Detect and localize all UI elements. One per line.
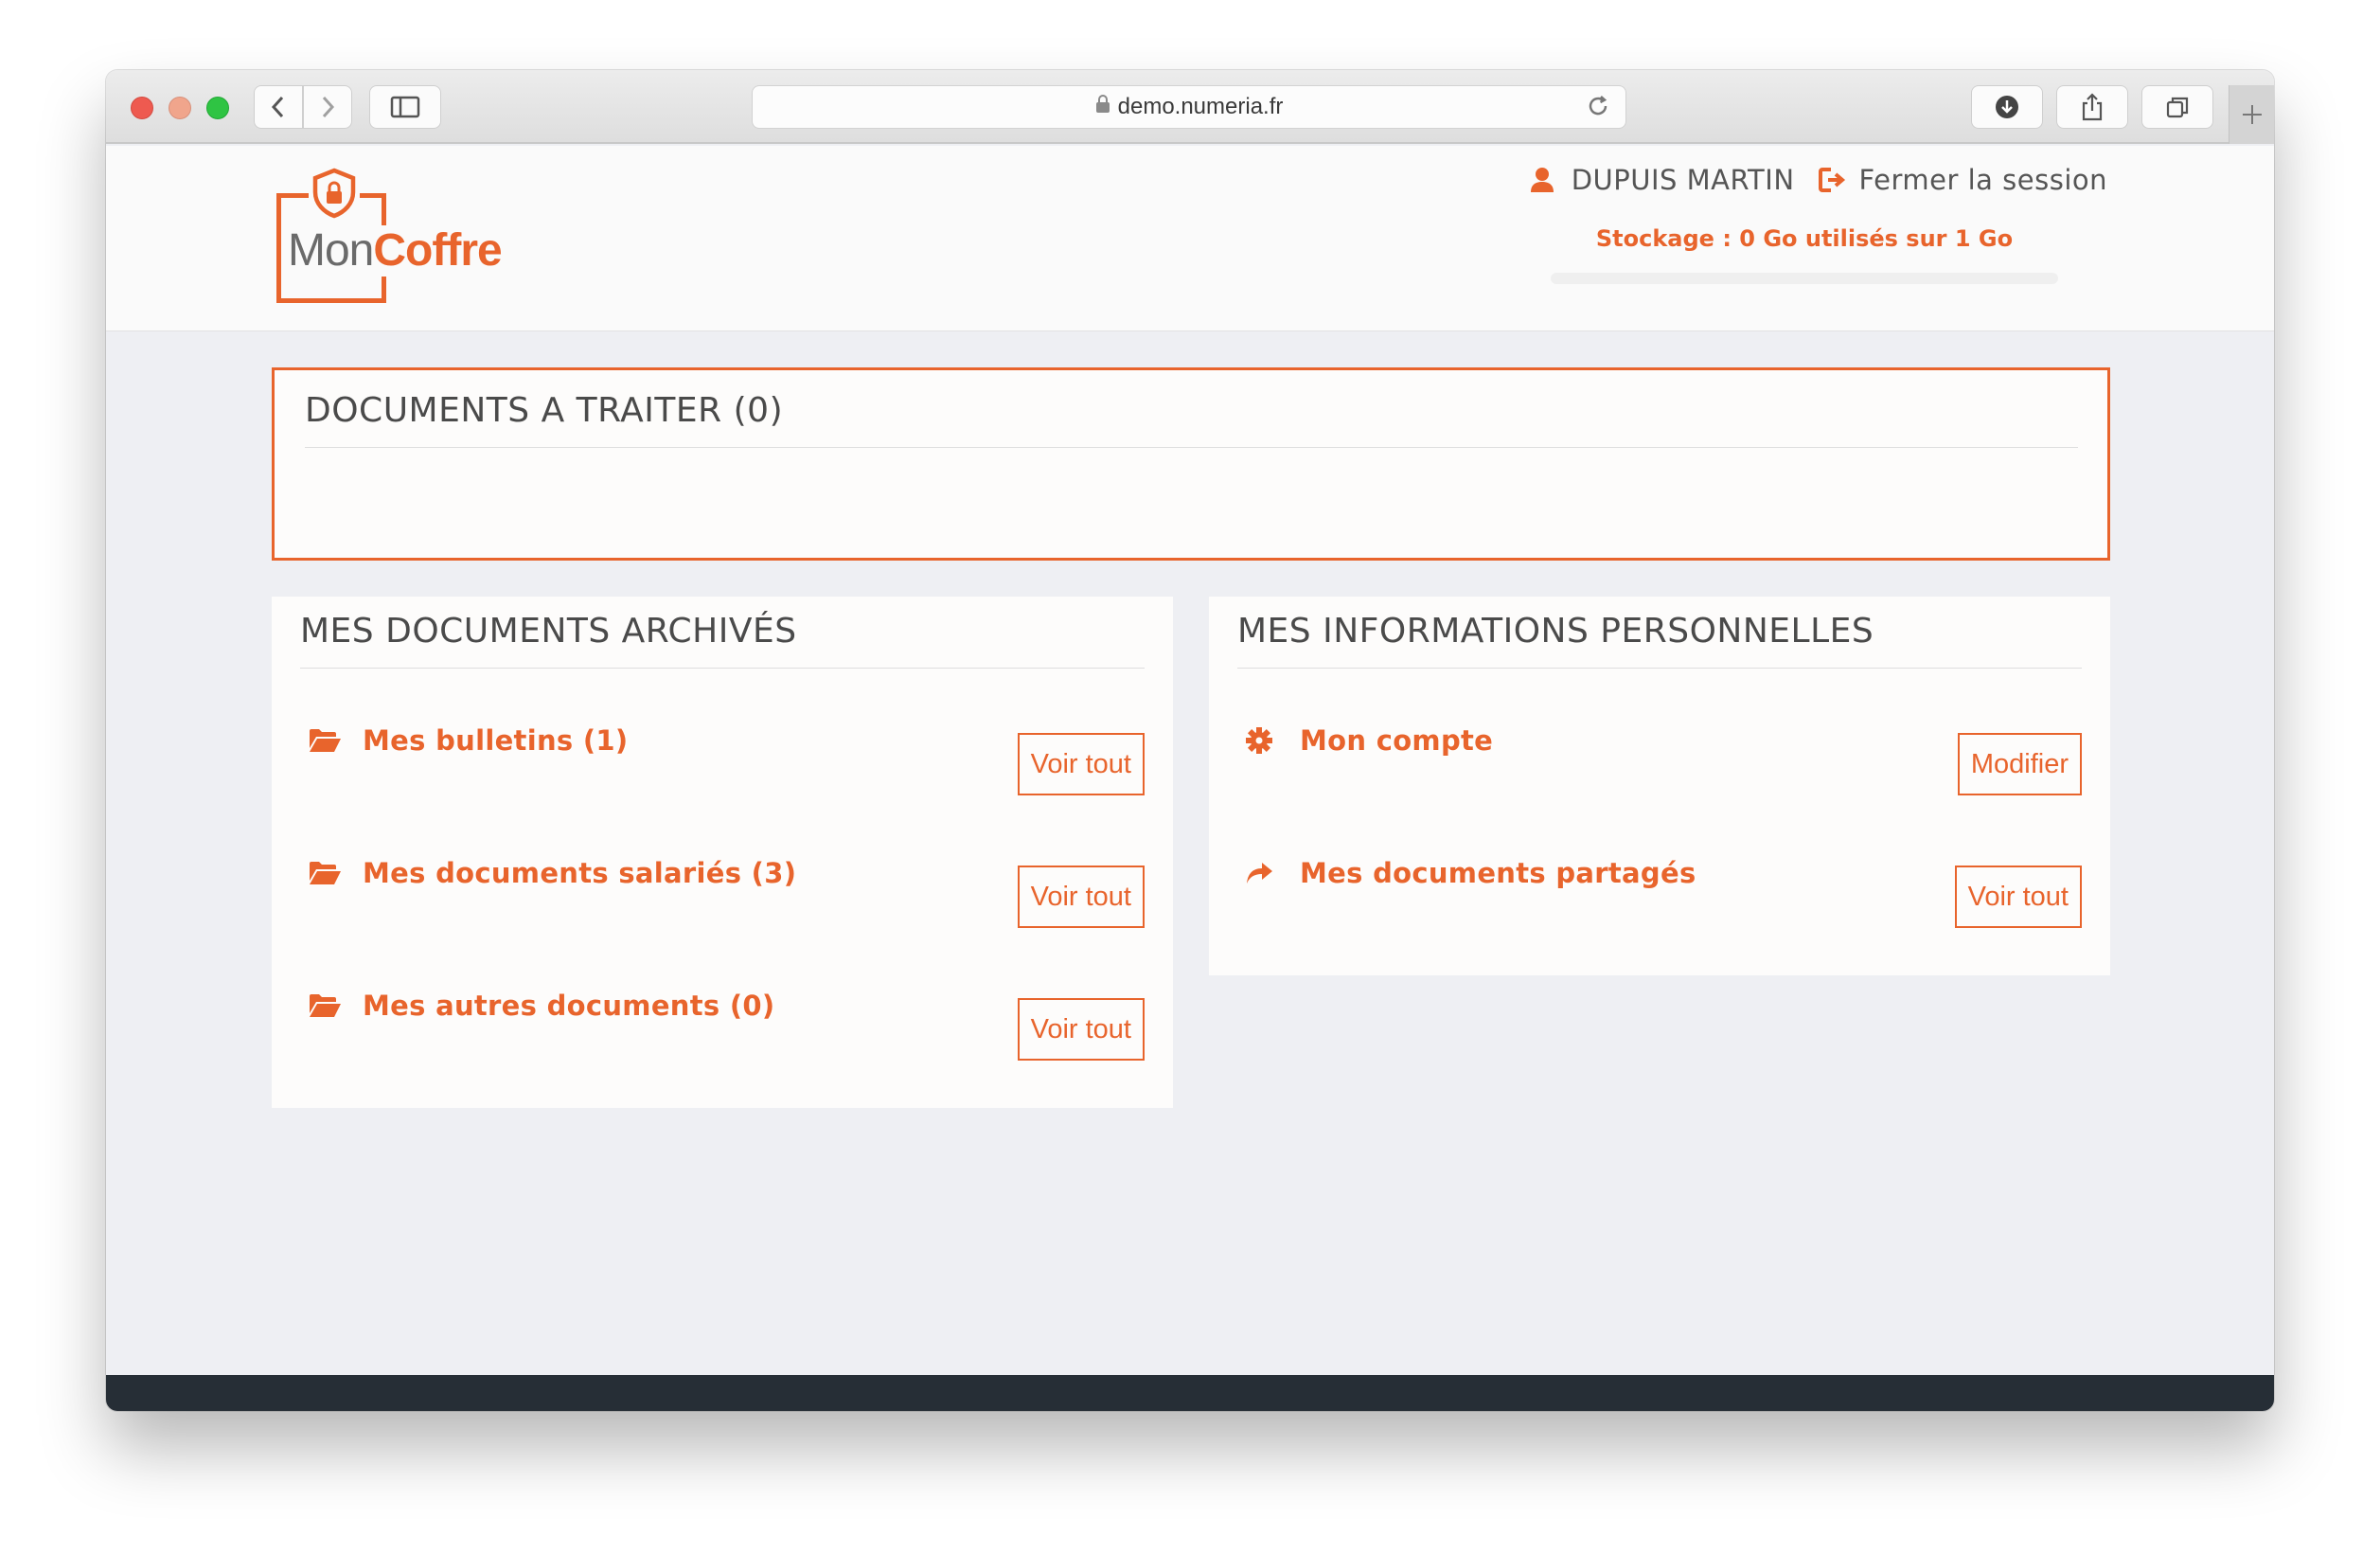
list-item: Mon compte Modifier — [1237, 722, 2082, 854]
share-arrow-icon — [1245, 854, 1283, 892]
url-text: demo.numeria.fr — [1117, 94, 1284, 119]
list-item: Mes bulletins (1) Voir tout — [300, 722, 1145, 854]
user-icon — [1530, 167, 1554, 193]
chevron-right-icon — [322, 96, 335, 118]
list-item: Mes autres documents (0) Voir tout — [300, 987, 1145, 1119]
folder-open-icon — [308, 854, 346, 892]
browser-window: demo.numeria.fr MonCoffre DUPUIS MARTIN … — [106, 70, 2274, 1411]
download-icon — [1996, 96, 2018, 118]
reload-icon[interactable] — [1586, 94, 1610, 125]
browser-toolbar: demo.numeria.fr — [106, 70, 2274, 144]
view-all-button[interactable]: Voir tout — [1017, 733, 1145, 795]
documents-to-process-title: DOCUMENTS A TRAITER (0) — [305, 391, 2078, 448]
personal-information-panel: MES INFORMATIONS PERSONNELLES Mon compte… — [1209, 597, 2110, 975]
forward-button[interactable] — [303, 85, 352, 129]
moncoffre-logo[interactable]: MonCoffre — [275, 167, 540, 309]
user-bar: DUPUIS MARTIN Fermer la session — [1530, 161, 2107, 199]
user-name[interactable]: DUPUIS MARTIN — [1572, 164, 1795, 196]
folder-open-icon — [308, 722, 346, 759]
shield-lock-icon — [309, 167, 360, 220]
tabs-icon — [2166, 97, 2189, 118]
chevron-left-icon — [271, 96, 284, 118]
site-header: MonCoffre DUPUIS MARTIN Fermer la sessio… — [106, 146, 2274, 331]
share-icon — [2082, 93, 2103, 121]
new-tab-button[interactable] — [2229, 85, 2274, 144]
gear-icon — [1245, 722, 1283, 759]
logout-link[interactable]: Fermer la session — [1859, 164, 2107, 196]
downloads-button[interactable] — [1971, 85, 2043, 129]
list-item: Mes documents partagés Voir tout — [1237, 854, 2082, 987]
view-all-button[interactable]: Voir tout — [1017, 998, 1145, 1061]
archived-documents-panel: MES DOCUMENTS ARCHIVÉS Mes bulletins (1)… — [272, 597, 1173, 1108]
sidebar-toggle-button[interactable] — [369, 85, 441, 129]
storage-text: Stockage : 0 Go utilisés sur 1 Go — [1595, 225, 2014, 252]
view-all-button[interactable]: Voir tout — [1017, 866, 1145, 928]
address-bar[interactable]: demo.numeria.fr — [752, 85, 1626, 129]
page-footer — [106, 1375, 2274, 1411]
share-button[interactable] — [2056, 85, 2128, 129]
archived-item-label[interactable]: Mes bulletins (1) — [363, 722, 628, 759]
documents-to-process-panel: DOCUMENTS A TRAITER (0) — [272, 367, 2110, 561]
archived-item-label[interactable]: Mes documents salariés (3) — [363, 854, 796, 892]
archived-documents-title: MES DOCUMENTS ARCHIVÉS — [300, 612, 1145, 669]
logout-icon[interactable] — [1818, 167, 1846, 193]
personal-information-title: MES INFORMATIONS PERSONNELLES — [1237, 612, 2082, 669]
logo-mon: Mon — [288, 225, 374, 276]
modify-button[interactable]: Modifier — [1957, 733, 2082, 795]
logo-coffre: Coffre — [373, 225, 502, 276]
personal-item-label[interactable]: Mon compte — [1300, 722, 1493, 759]
sidebar-icon — [390, 96, 420, 118]
folder-open-icon — [308, 987, 346, 1025]
view-all-button[interactable]: Voir tout — [1954, 866, 2082, 928]
logo-wordmark: MonCoffre — [288, 225, 504, 277]
list-item: Mes documents salariés (3) Voir tout — [300, 854, 1145, 987]
minimize-window-button[interactable] — [169, 97, 191, 119]
plus-icon — [2242, 105, 2262, 124]
archived-item-label[interactable]: Mes autres documents (0) — [363, 987, 774, 1025]
back-button[interactable] — [254, 85, 303, 129]
storage-progress-bar — [1551, 273, 2058, 284]
close-window-button[interactable] — [131, 97, 153, 119]
zoom-window-button[interactable] — [206, 97, 229, 119]
personal-item-label[interactable]: Mes documents partagés — [1300, 854, 1696, 892]
tab-overview-button[interactable] — [2141, 85, 2213, 129]
lock-icon — [1095, 95, 1110, 119]
